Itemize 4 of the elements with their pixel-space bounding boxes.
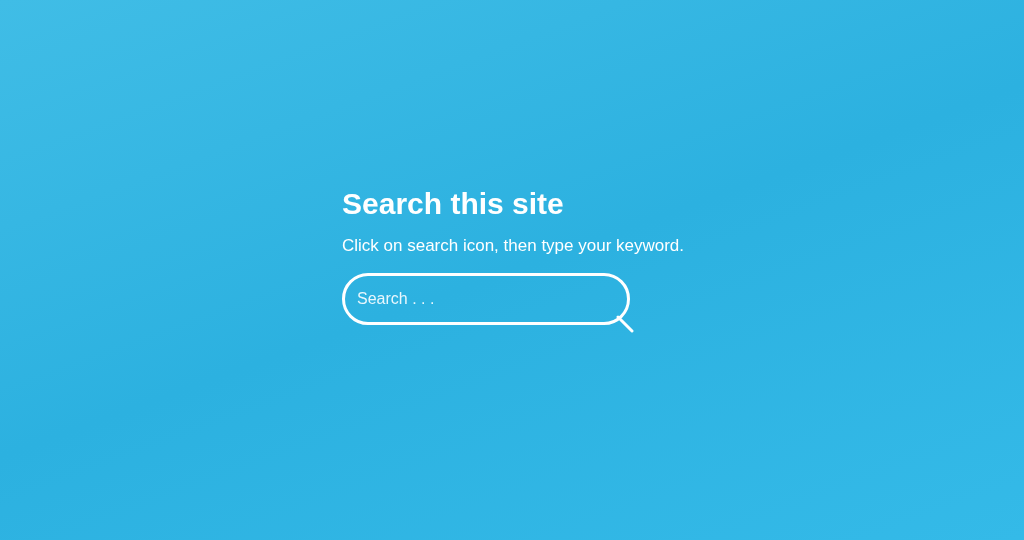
page-title: Search this site xyxy=(342,186,565,222)
magnifier-handle-icon xyxy=(616,315,634,333)
instruction-text: Click on search icon, then type your keyword. xyxy=(342,235,686,257)
search-field[interactable]: Search . . . xyxy=(342,273,630,325)
